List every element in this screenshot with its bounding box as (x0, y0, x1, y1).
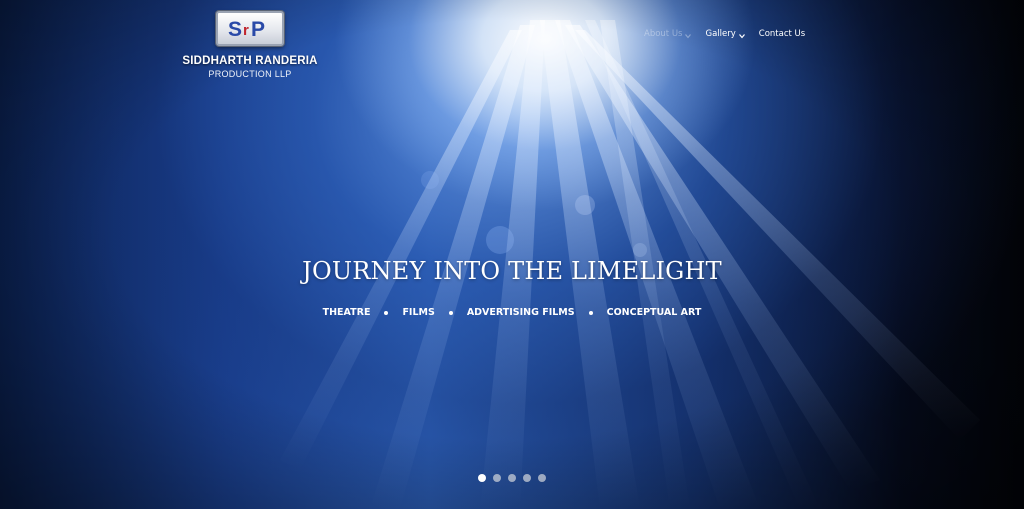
hero-headline: JOURNEY INTO THE LIMELIGHT (302, 257, 722, 285)
slider-dot-2[interactable] (493, 474, 501, 482)
slider-dot-1[interactable] (478, 474, 486, 482)
slider-dot-4[interactable] (523, 474, 531, 482)
bullet-separator (448, 310, 453, 315)
category-films: FILMS (402, 307, 435, 318)
vignette-overlay (0, 0, 1024, 509)
slider-dot-5[interactable] (538, 474, 546, 482)
nav-item-label: Gallery (705, 29, 736, 39)
slider-dot-3[interactable] (508, 474, 516, 482)
brand-name-line1: SIDDHARTH RANDERIA (182, 55, 318, 67)
svg-text:P: P (251, 18, 265, 41)
logo-mark-icon: S r P (228, 18, 265, 41)
hero-categories: THEATRE FILMS ADVERTISING FILMS CONCEPTU… (0, 307, 1024, 318)
svg-text:r: r (243, 22, 249, 39)
nav-item-contact-us[interactable]: Contact Us (759, 29, 805, 39)
nav-item-gallery[interactable]: Gallery (705, 29, 745, 39)
chevron-down-icon (738, 33, 745, 38)
logo-badge: S r P (216, 11, 284, 46)
site-logo[interactable]: S r P SIDDHARTH RANDERIA PRODUCTION LLP (175, 11, 325, 79)
nav-item-label: About Us (644, 29, 683, 39)
nav-item-label: Contact Us (758, 29, 806, 39)
svg-text:S: S (228, 18, 242, 41)
light-rays-decoration (280, 20, 980, 509)
bullet-separator (588, 310, 593, 315)
hero-section: S r P SIDDHARTH RANDERIA PRODUCTION LLP … (0, 0, 1024, 509)
chevron-down-icon (685, 33, 692, 38)
category-advertising-films: ADVERTISING FILMS (466, 307, 575, 318)
category-conceptual-art: CONCEPTUAL ART (606, 307, 702, 318)
category-theatre: THEATRE (322, 307, 371, 318)
nav-item-about-us[interactable]: About Us (644, 29, 692, 39)
brand-name-line2: PRODUCTION LLP (208, 69, 292, 79)
slider-pagination (0, 474, 1024, 482)
main-navigation: About Us Gallery Contact Us (630, 27, 805, 41)
bullet-separator (384, 310, 389, 315)
